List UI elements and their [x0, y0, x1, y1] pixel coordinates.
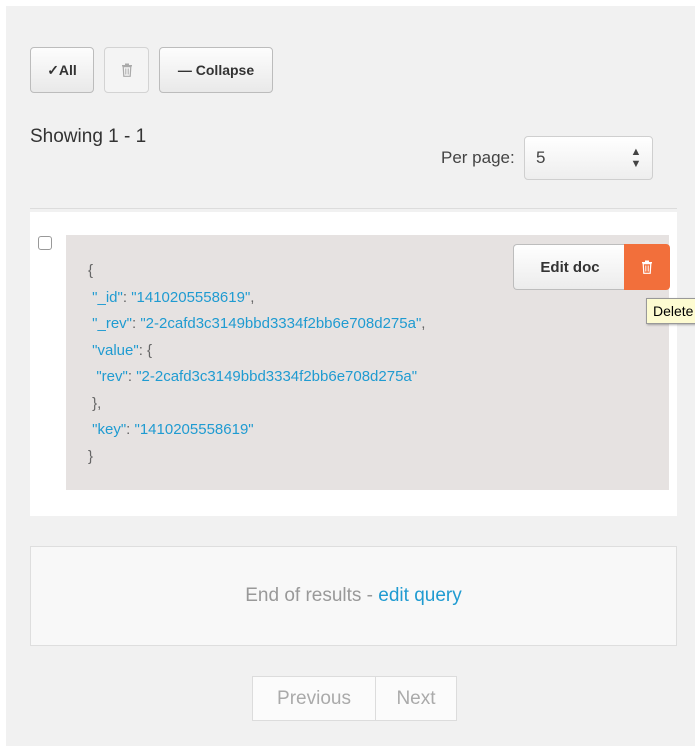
doc-checkbox[interactable] — [38, 236, 52, 250]
json-punctuation: } — [88, 447, 94, 465]
json-punctuation: }, — [88, 394, 102, 412]
document-json: { "_id": "1410205558619", "_rev": "2-2ca… — [88, 258, 425, 470]
edit-query-link[interactable]: edit query — [378, 585, 461, 607]
edit-doc-button[interactable]: Edit doc — [513, 244, 626, 290]
json-punctuation: , — [250, 288, 255, 306]
json-key: "_rev" — [92, 315, 133, 332]
per-page-label: Per page: — [441, 148, 515, 167]
json-punctuation: , — [421, 315, 426, 332]
delete-doc-button[interactable] — [624, 244, 670, 290]
json-value: "1410205558619" — [131, 288, 251, 306]
edit-doc-label: Edit doc — [540, 258, 600, 276]
pagination: Previous Next — [252, 676, 457, 721]
json-value: "1410205558619" — [134, 421, 254, 438]
json-punctuation: : — [126, 421, 135, 438]
select-all-label: ✓All — [47, 61, 77, 78]
delete-tooltip: Delete — [646, 298, 695, 324]
previous-page-button[interactable]: Previous — [253, 677, 376, 720]
json-punctuation: : — [122, 288, 132, 306]
end-of-results-text: End of results - — [245, 585, 379, 606]
json-punctuation: : { — [138, 341, 153, 359]
per-page-value: 5 — [536, 148, 546, 167]
results-count: Showing 1 - 1 — [30, 126, 147, 147]
json-value: "2-2cafd3c3149bbd3334f2bb6e708d275a" — [140, 315, 422, 332]
bulk-delete-button[interactable] — [104, 47, 149, 93]
divider — [30, 208, 677, 209]
json-punctuation: { — [88, 262, 94, 279]
json-key: "rev" — [96, 368, 128, 385]
json-key: "key" — [92, 421, 127, 438]
select-all-button[interactable]: ✓All — [30, 47, 94, 93]
json-punctuation: : — [127, 368, 137, 385]
json-value: "2-2cafd3c3149bbd3334f2bb6e708d275a" — [136, 368, 418, 385]
next-page-button[interactable]: Next — [376, 677, 456, 720]
per-page-select[interactable]: 5 ▲ ▼ — [524, 136, 653, 180]
trash-icon — [642, 260, 652, 274]
end-of-results: End of results - edit query — [30, 546, 677, 646]
json-key: "value" — [92, 341, 139, 359]
collapse-button[interactable]: — Collapse — [159, 47, 273, 93]
json-key: "_id" — [92, 288, 123, 306]
trash-icon — [121, 63, 132, 77]
select-arrows-icon: ▲ ▼ — [630, 146, 642, 170]
collapse-label: — Collapse — [177, 62, 255, 78]
